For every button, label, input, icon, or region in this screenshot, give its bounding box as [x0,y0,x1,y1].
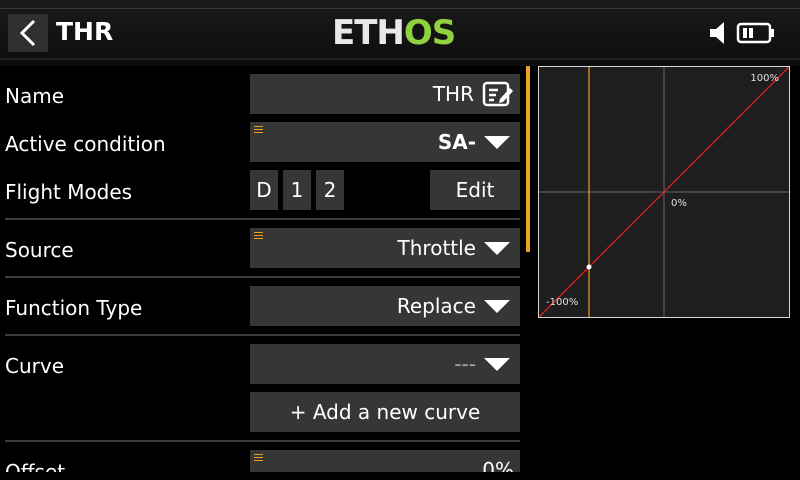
speaker-icon[interactable] [708,20,734,46]
flight-mode-2[interactable]: 2 [316,170,344,210]
name-field[interactable]: THR [250,74,520,114]
option-marker-icon [254,126,263,133]
name-label: Name [5,84,65,108]
page-title: THR [56,17,114,46]
active-condition-label: Active condition [5,132,166,156]
graph-mid-label: 0% [671,198,687,209]
flight-modes-edit-button[interactable]: Edit [430,170,520,210]
curve-graph-canvas [539,67,789,317]
divider [5,218,520,220]
curve-dropdown[interactable]: --- [250,344,520,384]
edit-icon[interactable] [482,80,514,108]
logo-text-left: ETH [332,13,405,53]
flight-mode-1[interactable]: 1 [283,170,311,210]
offset-value: 0% [482,458,514,472]
back-button[interactable] [8,14,48,52]
source-dropdown[interactable]: Throttle [250,228,520,268]
divider [5,440,520,442]
offset-label: Offset [5,460,66,472]
chevron-left-icon [19,19,36,47]
battery-icon [736,22,774,44]
top-bar: THR ETHOS [0,0,800,66]
header-bottom-border [0,58,800,60]
ethos-logo: ETHOS [332,13,456,53]
name-value: THR [432,82,474,106]
curve-point [586,264,592,270]
function-type-dropdown[interactable]: Replace [250,286,520,326]
option-marker-icon [254,454,263,461]
header-divider [0,8,800,9]
dropdown-arrow-icon [484,299,510,313]
function-type-value: Replace [396,294,476,318]
source-value: Throttle [397,236,476,260]
active-condition-dropdown[interactable]: SA- [250,122,520,162]
divider [5,276,520,278]
function-type-label: Function Type [5,296,143,320]
mix-settings-form: Name THR Active condition SA- Flight Mod… [0,66,530,472]
form-scrollbar[interactable] [526,66,530,252]
divider [5,334,520,336]
logo-text-right: OS [403,13,456,53]
add-curve-button[interactable]: + Add a new curve [250,392,520,432]
dropdown-arrow-icon [484,241,510,255]
offset-field[interactable]: 0% [250,450,520,472]
curve-value: --- [454,352,476,376]
flight-mode-d[interactable]: D [250,170,278,210]
graph-min-label: -100% [546,297,579,308]
graph-max-label: 100% [750,73,779,84]
flight-modes-label: Flight Modes [5,180,133,204]
option-marker-icon [254,232,263,239]
dropdown-arrow-icon [484,135,510,149]
curve-graph: 100% 0% -100% [538,66,790,318]
curve-label: Curve [5,354,65,378]
dropdown-arrow-icon [484,357,510,371]
source-label: Source [5,238,74,262]
active-condition-value: SA- [437,130,476,154]
